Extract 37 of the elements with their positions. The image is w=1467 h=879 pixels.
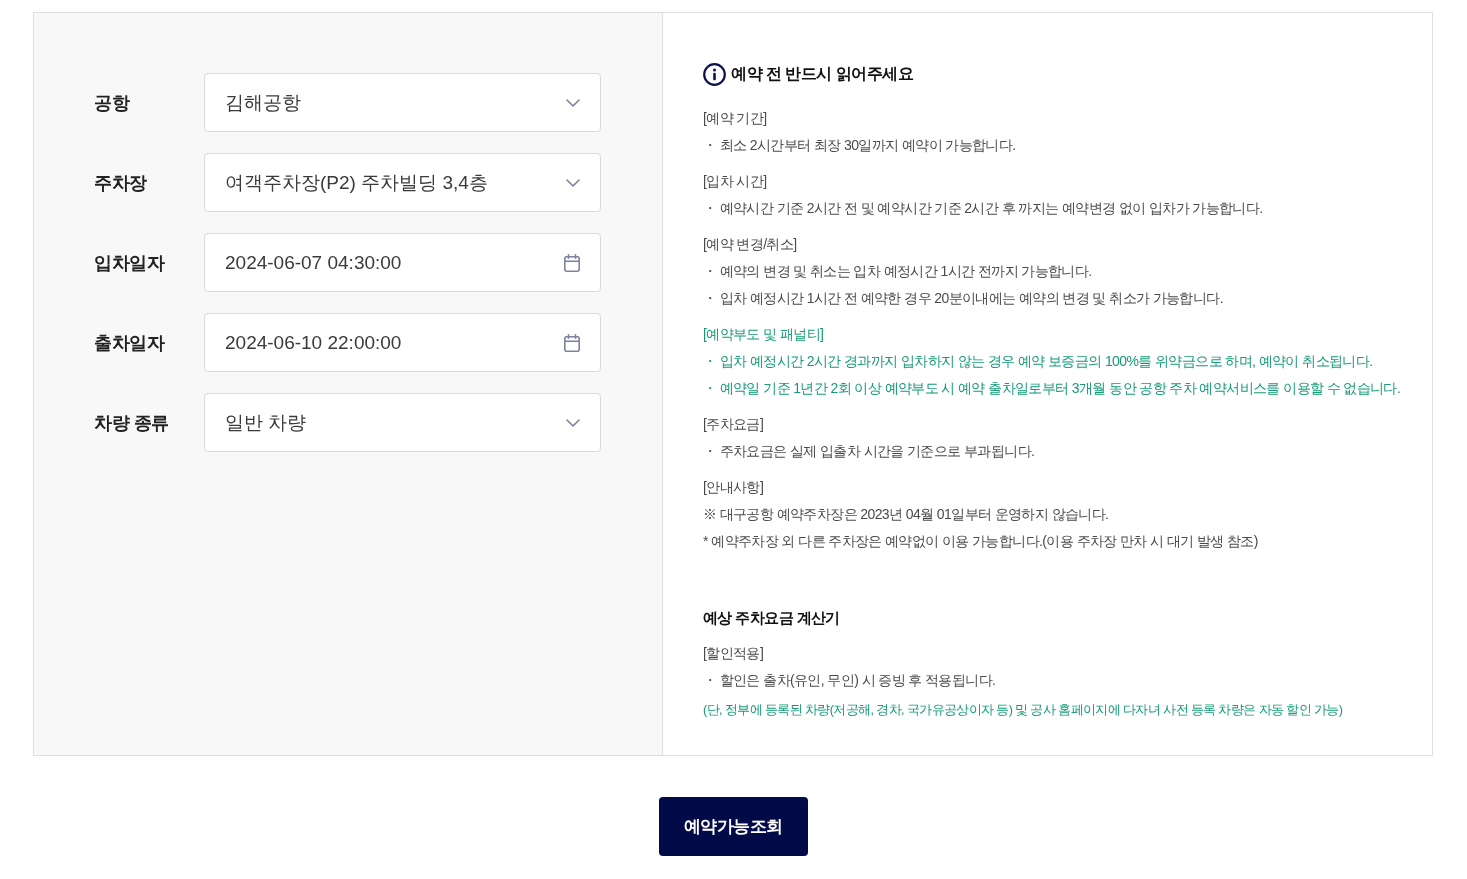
notice-text: ※ 대구공항 예약주차장은 2023년 04월 01일부터 운영하지 않습니다. bbox=[703, 505, 1110, 524]
notice-heading: [안내사항] bbox=[703, 478, 765, 497]
notice-text: ・ 입차 예정시간 2시간 경과까지 입차하지 않는 경우 예약 보증금의 100%를 위약금으로 하며, 예약이 취소됩니다. bbox=[703, 352, 1374, 371]
notice-title: 예약 전 반드시 읽어주세요 bbox=[731, 64, 914, 84]
notice-heading: [주차요금] bbox=[703, 415, 765, 434]
calendar-icon bbox=[564, 253, 580, 272]
notice-text: ・ 주차요금은 실제 입출차 시간을 기준으로 부과됩니다. bbox=[703, 442, 1036, 461]
chevron-down-icon bbox=[566, 178, 580, 187]
calendar-icon bbox=[564, 333, 580, 352]
chevron-down-icon bbox=[566, 418, 580, 427]
date-field[interactable]: 2024-06-07 04:30:00 bbox=[204, 233, 601, 292]
search-availability-button[interactable]: 예약가능조회 bbox=[658, 797, 808, 856]
notice-text: ・ 할인은 출차(유인, 무인) 시 증빙 후 적용됩니다. bbox=[703, 671, 997, 690]
notice-heading: [할인적용] bbox=[703, 644, 765, 663]
notice-heading: [예약부도 및 패널티] bbox=[703, 325, 825, 344]
notice-heading: [예약 변경/취소] bbox=[703, 235, 798, 254]
discount-footnote: (단, 정부에 등록된 차량(저공해, 경차, 국가유공상이자 등) 및 공사 홈페이지에 다자녀 사전 등록 차량은 자동 할인 가능) bbox=[703, 702, 1344, 719]
notice-text: ・ 예약의 변경 및 취소는 입차 예정시간 1시간 전까지 가능합니다. bbox=[703, 262, 1093, 281]
field-label: 차량 종류 bbox=[94, 411, 170, 435]
info-icon bbox=[703, 63, 726, 86]
dropdown-field[interactable]: 김해공항 bbox=[204, 73, 601, 132]
notice-text: ・ 입차 예정시간 1시간 전 예약한 경우 20분이내에는 예약의 변경 및 취소가 가능합니다. bbox=[703, 289, 1224, 308]
notice-text: ・ 예약일 기준 1년간 2회 이상 예약부도 시 예약 출차일로부터 3개월 동안 공항 주차 예약서비스를 이용할 수 없습니다. bbox=[703, 379, 1402, 398]
calculator-title: 예상 주차요금 계산기 bbox=[703, 608, 841, 628]
notice-heading: [입차 시간] bbox=[703, 172, 768, 191]
notice-text: ・ 예약시간 기준 2시간 전 및 예약시간 기준 2시간 후 까지는 예약변경 없이 입차가 가능합니다. bbox=[703, 199, 1264, 218]
date-field[interactable]: 2024-06-10 22:00:00 bbox=[204, 313, 601, 372]
notice-text: * 예약주차장 외 다른 주차장은 예약없이 이용 가능합니다.(이용 주차장 만차 시 대기 발생 참조) bbox=[703, 532, 1259, 551]
field-label: 공항 bbox=[94, 91, 131, 115]
notice-heading: [예약 기간] bbox=[703, 109, 768, 128]
field-label: 입차일자 bbox=[94, 251, 166, 275]
dropdown-field[interactable]: 여객주차장(P2) 주차빌딩 3,4층 bbox=[204, 153, 601, 212]
notice-text: ・ 최소 2시간부터 최장 30일까지 예약이 가능합니다. bbox=[703, 136, 1017, 155]
chevron-down-icon bbox=[566, 98, 580, 107]
field-label: 출차일자 bbox=[94, 331, 166, 355]
field-label: 주차장 bbox=[94, 171, 148, 195]
dropdown-field[interactable]: 일반 차량 bbox=[204, 393, 601, 452]
